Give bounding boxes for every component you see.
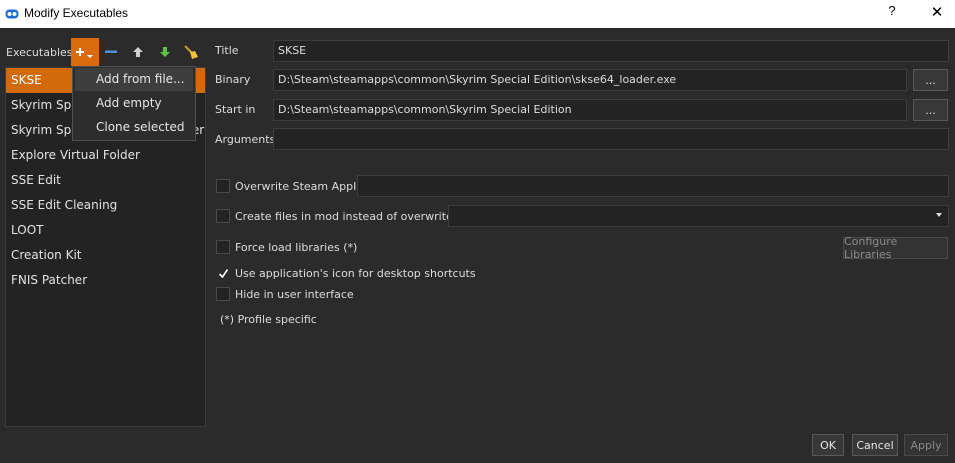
menu-item-add-empty[interactable]: Add empty xyxy=(75,92,193,115)
checkmark-icon xyxy=(218,268,228,278)
executable-item[interactable]: LOOT xyxy=(6,218,205,243)
broom-icon xyxy=(184,45,198,59)
help-button[interactable]: ? xyxy=(885,3,899,23)
force-load-checkbox[interactable] xyxy=(216,240,230,254)
title-label: Title xyxy=(215,44,239,57)
move-down-button[interactable] xyxy=(155,41,175,63)
create-files-mod-select[interactable] xyxy=(448,205,949,227)
binary-label: Binary xyxy=(215,73,251,86)
executable-item[interactable]: Creation Kit xyxy=(6,243,205,268)
arrow-down-icon xyxy=(160,47,170,57)
ok-button[interactable]: OK xyxy=(812,434,844,456)
startin-label: Start in xyxy=(215,103,256,116)
create-files-checkbox[interactable] xyxy=(216,209,230,223)
hide-in-ui-checkbox[interactable] xyxy=(216,287,230,301)
add-executable-button[interactable] xyxy=(71,38,99,66)
close-button[interactable]: ✕ xyxy=(928,3,946,23)
use-icon-label: Use application's icon for desktop short… xyxy=(235,267,476,280)
use-icon-checkbox[interactable] xyxy=(216,266,230,280)
plus-dropdown-icon xyxy=(76,48,93,58)
configure-libraries-button[interactable]: Configure Libraries xyxy=(843,235,948,261)
title-input[interactable]: SKSE xyxy=(273,40,949,62)
overwrite-appid-label: Overwrite Steam AppID xyxy=(235,180,365,193)
menu-item-clone-selected[interactable]: Clone selected xyxy=(75,116,193,139)
chevron-down-icon xyxy=(936,213,942,217)
arguments-label: Arguments xyxy=(215,133,276,146)
hide-in-ui-label: Hide in user interface xyxy=(235,288,354,301)
clean-button[interactable] xyxy=(181,41,201,63)
move-up-button[interactable] xyxy=(128,41,148,63)
minus-icon xyxy=(105,50,117,53)
apply-button[interactable]: Apply xyxy=(904,434,948,456)
startin-browse-button[interactable]: ... xyxy=(913,99,948,121)
executable-item[interactable]: FNIS Patcher xyxy=(6,268,205,293)
remove-executable-button[interactable] xyxy=(101,41,121,63)
binary-input[interactable]: D:\Steam\steamapps\common\Skyrim Special… xyxy=(273,69,907,91)
window-app-icon xyxy=(5,8,19,19)
executable-item[interactable]: SSE Edit Cleaning xyxy=(6,193,205,218)
arguments-input[interactable] xyxy=(273,128,949,150)
profile-specific-note: (*) Profile specific xyxy=(220,313,317,326)
binary-browse-button[interactable]: ... xyxy=(913,69,948,91)
cancel-button[interactable]: Cancel xyxy=(852,434,898,456)
force-load-label: Force load libraries (*) xyxy=(235,241,358,254)
add-menu: Add from file... Add empty Clone selecte… xyxy=(72,66,196,141)
executables-label: Executables xyxy=(6,46,73,59)
appid-input[interactable] xyxy=(357,175,949,197)
title-bar: Modify Executables ? ✕ xyxy=(0,0,955,28)
startin-input[interactable]: D:\Steam\steamapps\common\Skyrim Special… xyxy=(273,99,907,121)
menu-item-add-from-file[interactable]: Add from file... xyxy=(75,68,193,91)
executable-item[interactable]: SSE Edit xyxy=(6,168,205,193)
window-title: Modify Executables xyxy=(24,6,129,20)
executable-item[interactable]: Explore Virtual Folder xyxy=(6,143,205,168)
create-files-label: Create files in mod instead of overwrite… xyxy=(235,210,471,223)
arrow-up-icon xyxy=(133,47,143,57)
overwrite-appid-checkbox[interactable] xyxy=(216,179,230,193)
